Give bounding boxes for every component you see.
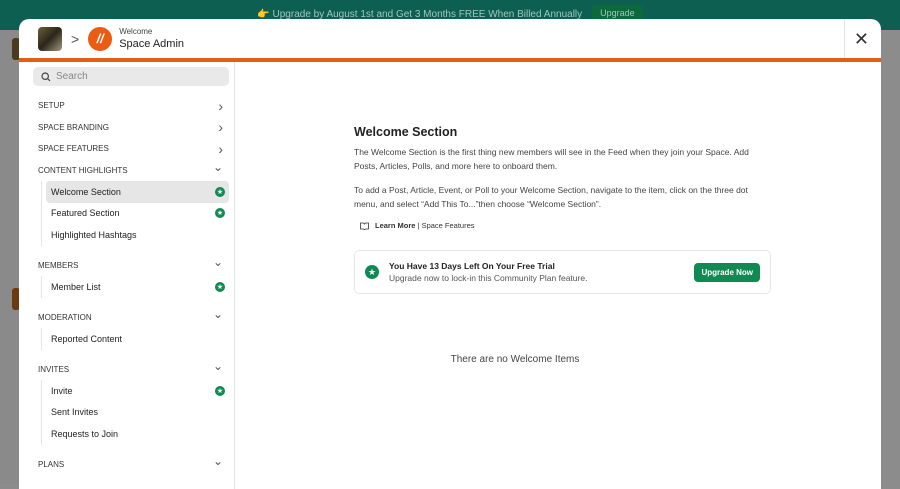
- sidebar-item-member-list[interactable]: Member List ★: [46, 276, 229, 298]
- section-label: CONTENT HIGHLIGHTS: [38, 165, 128, 175]
- section-label: INVITES: [38, 364, 70, 374]
- sidebar: Search SETUP › SPACE BRANDING › SPACE FEATUR…: [19, 62, 235, 489]
- sidebar-section-space-features[interactable]: SPACE FEATURES ›: [33, 138, 229, 160]
- chevron-down-icon: ⌄: [212, 160, 223, 175]
- community-avatar[interactable]: [38, 26, 62, 51]
- section-label: MODERATION: [38, 312, 92, 322]
- sidebar-section-members[interactable]: MEMBERS ⌄: [33, 255, 229, 277]
- sidebar-item-sent-invites[interactable]: Sent Invites: [46, 402, 229, 424]
- section-label: MEMBERS: [38, 260, 79, 270]
- section-label: SETUP: [38, 101, 65, 111]
- star-badge-icon: ★: [215, 208, 225, 219]
- sidebar-section-space-branding[interactable]: SPACE BRANDING ›: [33, 117, 229, 139]
- sidebar-item-label: Sent Invites: [51, 407, 99, 418]
- sidebar-section-setup[interactable]: SETUP ›: [33, 95, 229, 117]
- modal-header: > // Welcome Space Admin ✕: [19, 19, 881, 58]
- star-icon: ★: [365, 265, 379, 279]
- chevron-right-icon: >: [71, 30, 80, 47]
- star-badge-icon: ★: [215, 385, 225, 396]
- space-logo: //: [88, 26, 113, 51]
- search-placeholder: Search: [56, 71, 88, 82]
- sidebar-section-moderation[interactable]: MODERATION ⌄: [33, 307, 229, 329]
- star-badge-icon: ★: [215, 281, 225, 292]
- trial-card: ★ You Have 13 Days Left On Your Free Tri…: [354, 250, 771, 294]
- section-label: PLANS: [38, 459, 65, 469]
- trial-title: You Have 13 Days Left On Your Free Trial: [389, 261, 555, 271]
- section-label: SPACE BRANDING: [38, 122, 109, 132]
- trial-subtitle: Upgrade now to lock-in this Community Pl…: [389, 273, 588, 283]
- sidebar-item-label: Featured Section: [51, 208, 120, 219]
- empty-state: There are no Welcome Items: [450, 354, 580, 365]
- background-overlay: [0, 30, 20, 484]
- chevron-right-icon: ›: [218, 140, 223, 157]
- sidebar-item-invite[interactable]: Invite ★: [46, 380, 229, 402]
- section-title: Welcome Section: [354, 125, 458, 139]
- search-icon: [41, 71, 51, 81]
- learn-more-label[interactable]: Learn More: [375, 221, 415, 230]
- chevron-right-icon: ›: [218, 97, 223, 114]
- sidebar-item-label: Requests to Join: [51, 428, 119, 439]
- sidebar-item-reported-content[interactable]: Reported Content: [46, 328, 229, 350]
- sidebar-item-highlighted-hashtags[interactable]: Highlighted Hashtags: [46, 224, 229, 246]
- chevron-right-icon: ›: [218, 119, 223, 136]
- star-badge-icon: ★: [215, 186, 225, 197]
- section-label: SPACE FEATURES: [38, 144, 109, 154]
- sidebar-item-requests-to-join[interactable]: Requests to Join: [46, 423, 229, 445]
- description-1: The Welcome Section is the first thing n…: [354, 147, 749, 171]
- search-input[interactable]: Search: [33, 67, 229, 86]
- sidebar-item-label: Highlighted Hashtags: [51, 229, 137, 240]
- space-admin-modal: > // Welcome Space Admin ✕ Search SETUP ›…: [19, 19, 881, 489]
- close-icon[interactable]: ✕: [854, 29, 869, 50]
- sidebar-section-plans[interactable]: PLANS ⌄: [33, 454, 229, 476]
- chevron-down-icon: ⌄: [212, 307, 223, 322]
- sidebar-item-label: Member List: [51, 281, 101, 292]
- learn-more-topic: | Space Features: [417, 221, 475, 230]
- sidebar-item-label: Reported Content: [51, 333, 123, 344]
- chevron-down-icon: ⌄: [212, 255, 223, 270]
- page-title: Space Admin: [119, 38, 185, 50]
- learn-more-link[interactable]: Learn More | Space Features: [360, 221, 881, 230]
- chevron-down-icon: ⌄: [212, 454, 223, 469]
- sidebar-section-content-highlights[interactable]: CONTENT HIGHLIGHTS ⌄: [33, 160, 229, 182]
- sidebar-item-label: Welcome Section: [51, 186, 121, 197]
- description-2: To add a Post, Article, Event, or Poll t…: [354, 185, 748, 209]
- sidebar-item-welcome-section[interactable]: Welcome Section ★: [46, 181, 229, 203]
- book-icon: [360, 222, 369, 230]
- upgrade-now-button[interactable]: Upgrade Now: [694, 262, 760, 282]
- header-subtitle: Welcome: [119, 27, 153, 36]
- sidebar-item-label: Invite: [51, 385, 73, 396]
- sidebar-item-featured-section[interactable]: Featured Section ★: [46, 203, 229, 225]
- main-content: Welcome Section The Welcome Section is t…: [235, 62, 881, 489]
